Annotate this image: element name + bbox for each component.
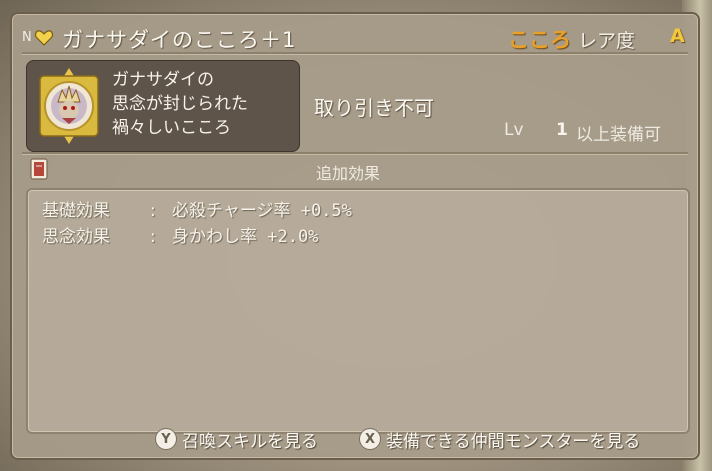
- extra-effects-header: 追加効果: [316, 164, 381, 183]
- rarity-label: レア度: [578, 30, 636, 52]
- trade-status: 取り引き不可: [314, 96, 434, 120]
- level-requirement: 以上装備可: [576, 125, 661, 145]
- equippable-monsters-label: 装備できる仲間モンスターを見る: [386, 431, 641, 452]
- kokoro-detail-window: N ガナサダイのこころ＋1 こころ レア度 A ガナサダイの 思念が封じられた …: [10, 12, 700, 460]
- effect-value: 必殺チャージ率 +0.5%: [172, 201, 352, 221]
- medal-icon: [39, 68, 99, 144]
- title-divider: [22, 52, 688, 55]
- summon-skill-label: 召喚スキルを見る: [182, 431, 318, 452]
- level-value: 1: [556, 120, 568, 140]
- effect-value: 身かわし率 +2.0%: [172, 227, 319, 247]
- effects-panel: 基礎効果: 必殺チャージ率 +0.5% 思念効果: 身かわし率 +2.0%: [26, 188, 690, 434]
- book-icon[interactable]: [30, 158, 48, 180]
- n-mark: N: [22, 30, 32, 45]
- card-line-2: 思念が封じられた: [112, 94, 248, 114]
- card-line-1: ガナサダイの: [112, 70, 214, 90]
- y-button-icon: Y: [156, 429, 176, 449]
- effect-label: 基礎効果: [42, 201, 110, 221]
- rarity-value: A: [670, 25, 685, 47]
- kokoro-card: ガナサダイの 思念が封じられた 禍々しいこころ: [26, 60, 300, 152]
- info-divider: [22, 152, 688, 155]
- kokoro-label: こころ: [508, 28, 571, 52]
- item-title: ガナサダイのこころ＋1: [62, 28, 297, 52]
- equippable-monsters-button[interactable]: X 装備できる仲間モンスターを見る: [360, 426, 640, 452]
- summon-skill-button[interactable]: Y 召喚スキルを見る: [156, 426, 318, 452]
- card-description: ガナサダイの 思念が封じられた 禍々しいこころ: [112, 68, 248, 140]
- card-line-3: 禍々しいこころ: [112, 118, 231, 138]
- effect-colon: :: [150, 201, 156, 221]
- effect-colon: :: [150, 227, 156, 247]
- button-hints: Y 召喚スキルを見る X 装備できる仲間モンスターを見る: [0, 426, 712, 456]
- heart-icon: [34, 30, 54, 46]
- effect-row-thought: 思念効果: 身かわし率 +2.0%: [42, 222, 318, 247]
- effect-label: 思念効果: [42, 227, 110, 247]
- level-label: Lv: [504, 120, 524, 140]
- x-button-icon: X: [360, 429, 380, 449]
- title-row: N ガナサダイのこころ＋1 こころ レア度 A: [20, 22, 690, 52]
- effect-row-basic: 基礎効果: 必殺チャージ率 +0.5%: [42, 196, 352, 221]
